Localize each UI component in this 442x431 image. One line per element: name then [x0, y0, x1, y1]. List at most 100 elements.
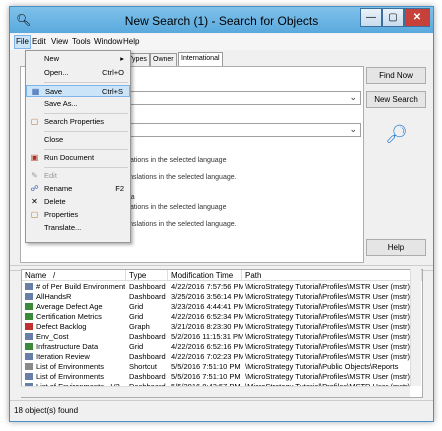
sort-indicator-icon: / [53, 271, 56, 280]
option-text: translations in the selected language. [121, 221, 237, 228]
table-row[interactable]: AllHandsR Dashboard 3/25/2016 3:56:14 PM \M… [22, 292, 422, 302]
menu-item-open[interactable]: Open... Ctrl+O [26, 67, 130, 79]
save-icon: ▦ [31, 87, 40, 96]
tab-international[interactable]: International [178, 52, 223, 67]
cell-type: Grid [129, 342, 169, 352]
cell-type: Shortcut [129, 362, 169, 372]
table-row[interactable]: Iteration Review Dashboard 4/22/2016 7:02:… [22, 352, 422, 362]
table-row[interactable]: Defect Backlog Graph 3/21/2016 8:23:30 PM \… [22, 322, 422, 332]
table-row[interactable]: Infrastructure Data Grid 4/22/2016 6:52:16… [22, 342, 422, 352]
menu-item-run-document[interactable]: ▣ Run Document [26, 152, 130, 164]
status-text: 18 object(s) found [14, 406, 79, 415]
cell-path-text: \MicroStrategy Tutorial\Profiles\MSTR Us… [245, 332, 411, 341]
column-header-name[interactable]: Name / [22, 270, 126, 281]
cell-type: Dashboard [129, 352, 169, 362]
cell-name: AllHandsR [25, 292, 125, 302]
cell-type-text: Dashboard [129, 282, 166, 291]
horizontal-scrollbar[interactable] [21, 386, 410, 397]
menu-edit[interactable]: Edit [32, 37, 46, 46]
title-bar[interactable]: 🔍︎ New Search (1) - Search for Objects —… [10, 7, 433, 33]
cell-name: Average Defect Age [25, 302, 125, 312]
column-header-type[interactable]: Type [126, 270, 168, 281]
cell-modification-time-text: 3/21/2016 8:23:30 PM [171, 322, 243, 331]
language-combo-2[interactable]: ⌄ [121, 123, 361, 137]
menu-item-rename[interactable]: ☍ Rename F2 [26, 183, 130, 195]
cell-type-text: Grid [129, 342, 144, 351]
cell-path: \MicroStrategy Tutorial\Profiles\MSTR Us… [245, 322, 421, 332]
language-combo-1[interactable]: ⌄ [121, 91, 361, 105]
minimize-button[interactable]: — [360, 8, 382, 27]
cell-modification-time: 5/5/2016 7:51:10 PM [171, 372, 243, 382]
menu-item-search-properties[interactable]: ▢ Search Properties [26, 116, 130, 128]
table-row[interactable]: Certification Metrics Grid 4/22/2016 6:52:… [22, 312, 422, 322]
cell-name-text: Infrastructure Data [36, 342, 99, 351]
cell-name: Iteration Review [25, 352, 125, 362]
delete-icon: ✕ [31, 197, 38, 206]
menu-item-edit: ✎ Edit [26, 170, 130, 182]
option-text: nslations in the selected language [121, 204, 227, 211]
menu-help[interactable]: Help [123, 37, 139, 46]
find-now-button[interactable]: Find Now [366, 67, 426, 84]
results-grid: Name / Type Modification Time Path # of … [21, 269, 423, 398]
cell-name: Certification Metrics [25, 312, 125, 322]
cell-path-text: \MicroStrategy Tutorial\Profiles\MSTR Us… [245, 302, 411, 311]
menu-tools[interactable]: Tools [72, 37, 91, 46]
cell-path: \MicroStrategy Tutorial\Profiles\MSTR Us… [245, 372, 421, 382]
cell-type-text: Graph [129, 322, 150, 331]
cell-name: Env_Cost [25, 332, 125, 342]
menu-item-close[interactable]: Close [26, 134, 130, 146]
chevron-down-icon: ⌄ [349, 92, 357, 102]
cell-path: \MicroStrategy Tutorial\Public Objects\R… [245, 362, 421, 372]
cell-modification-time-text: 5/2/2016 11:15:31 PM [171, 332, 243, 341]
menu-item-save[interactable]: ▦ Save Ctrl+S [26, 85, 130, 97]
object-type-icon [25, 363, 33, 370]
object-type-icon [25, 313, 33, 320]
cell-type: Grid [129, 302, 169, 312]
cell-name-text: # of Per Build Environments [36, 282, 125, 291]
properties-icon: ▢ [30, 210, 39, 219]
table-row[interactable]: Env_Cost Dashboard 5/2/2016 11:15:31 PM \Mi… [22, 332, 422, 342]
new-search-button[interactable]: New Search [366, 91, 426, 108]
menu-file[interactable]: File [14, 35, 31, 49]
object-type-icon [25, 303, 33, 310]
cell-path: \MicroStrategy Tutorial\Profiles\MSTR Us… [245, 342, 421, 352]
column-header-modification-time[interactable]: Modification Time [168, 270, 242, 281]
cell-path-text: \MicroStrategy Tutorial\Profiles\MSTR Us… [245, 352, 411, 361]
table-row[interactable]: List of Environments Shortcut 5/5/2016 7:5… [22, 362, 422, 372]
close-button[interactable]: ✕ [404, 8, 430, 27]
maximize-button[interactable]: ▢ [382, 8, 404, 27]
option-text: translations in the selected language. [121, 174, 237, 181]
menu-item-save-as[interactable]: Save As... [26, 98, 130, 110]
menu-item-new[interactable]: New ▸ [26, 53, 130, 65]
table-row[interactable]: # of Per Build Environments Dashboard 4/22… [22, 282, 422, 292]
menu-item-properties[interactable]: ▢ Properties [26, 209, 130, 221]
menu-item-translate[interactable]: Translate... [26, 222, 130, 234]
menu-item-delete[interactable]: ✕ Delete [26, 196, 130, 208]
cell-type-text: Grid [129, 302, 144, 311]
edit-icon: ✎ [31, 171, 38, 180]
vertical-scrollbar[interactable] [410, 269, 421, 386]
cell-name: Infrastructure Data [25, 342, 125, 352]
table-row[interactable]: List of Environments Dashboard 5/5/2016 7:… [22, 372, 422, 382]
cell-path: \MicroStrategy Tutorial\Profiles\MSTR Us… [245, 352, 421, 362]
cell-name-text: Env_Cost [36, 332, 69, 341]
table-row[interactable]: Average Defect Age Grid 3/23/2016 4:44:41 … [22, 302, 422, 312]
file-menu-dropdown: New ▸ Open... Ctrl+O ▦ Save Ctrl+S Save As..… [25, 50, 131, 243]
tab-owner[interactable]: Owner [150, 53, 177, 66]
search-magnifier-icon: 🔎︎ [385, 124, 408, 144]
cell-type-text: Dashboard [129, 332, 166, 341]
menu-separator [44, 82, 128, 83]
cell-name-text: List of Environments [36, 362, 104, 371]
column-header-path[interactable]: Path [242, 270, 422, 281]
cell-path-text: \MicroStrategy Tutorial\Profiles\MSTR Us… [245, 312, 411, 321]
help-button[interactable]: Help [366, 239, 426, 256]
menu-view[interactable]: View [51, 37, 68, 46]
cell-modification-time: 5/5/2016 7:51:10 PM [171, 362, 243, 372]
object-type-icon [25, 283, 33, 290]
cell-type-text: Grid [129, 312, 144, 321]
cell-name: List of Environments [25, 372, 125, 382]
menu-window[interactable]: Window [94, 37, 122, 46]
cell-type: Graph [129, 322, 169, 332]
object-type-icon [25, 333, 33, 340]
cell-modification-time-text: 4/22/2016 7:57:56 PM [171, 282, 243, 291]
